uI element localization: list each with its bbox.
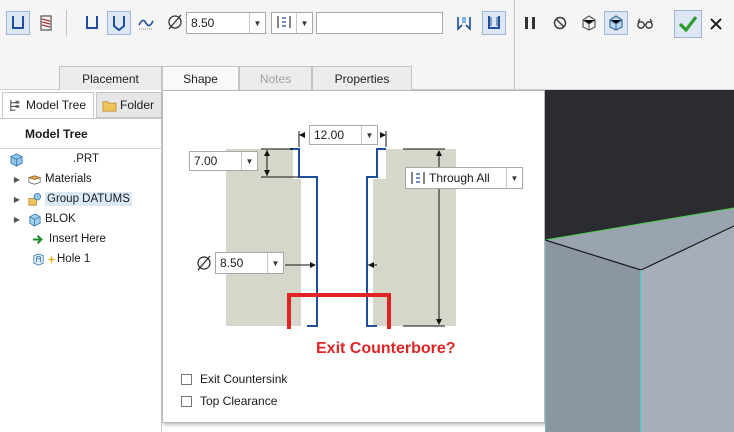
tab-label: Folder: [120, 98, 155, 112]
part-icon: [8, 151, 24, 167]
shape-panel: 12.00 ▼ 7.00 ▼ Through All ▼ 8.50 ▼ Exit…: [162, 90, 545, 423]
tab-model-tree[interactable]: Model Tree: [2, 92, 94, 118]
model-tree-panel: Model Tree Folder Model Tree .PRT ▶ Mate…: [0, 90, 162, 432]
chevron-down-icon[interactable]: ▼: [249, 13, 265, 33]
tree-item-materials[interactable]: ▶ Materials: [12, 169, 92, 189]
exit-counterbore-annotation: Exit Counterbore?: [316, 340, 456, 357]
hole-diameter-input[interactable]: 8.50 ▼: [215, 252, 284, 274]
confirm-check-button[interactable]: [674, 10, 702, 38]
verify-preview-button[interactable]: [604, 11, 628, 35]
pause-button[interactable]: [518, 11, 542, 35]
exit-countersink-label: Exit Countersink: [200, 372, 288, 386]
toolbar-separator: [514, 0, 515, 90]
thread-cosmetic-button[interactable]: [482, 11, 506, 35]
depth-option-label: Through All: [429, 171, 490, 185]
tree-item-label: BLOK: [45, 213, 76, 225]
preview-mesh-button[interactable]: [577, 11, 601, 35]
group-icon: [26, 191, 42, 207]
exit-countersink-checkbox[interactable]: [181, 373, 192, 385]
counterbore-depth-input[interactable]: 7.00 ▼: [189, 151, 258, 171]
tree-item-group-datums[interactable]: ▶ Group DATUMS: [12, 189, 132, 209]
glasses-icon[interactable]: [633, 11, 657, 35]
standard-hole-button[interactable]: [34, 11, 58, 35]
simple-profile-button[interactable]: [80, 11, 104, 35]
tree-item-hole-1[interactable]: Hole 1: [26, 249, 90, 269]
counterbore-depth-value: 7.00: [194, 154, 218, 168]
tab-label: Placement: [82, 71, 139, 86]
tab-label: Model Tree: [26, 98, 87, 112]
expand-arrow-icon[interactable]: ▶: [12, 215, 22, 224]
graphics-viewport[interactable]: [545, 90, 734, 432]
diameter-value: 8.50: [191, 16, 215, 30]
extrude-icon: [26, 211, 42, 227]
tree-item-insert-here[interactable]: Insert Here: [26, 229, 106, 249]
tree-item-label: Group DATUMS: [45, 192, 132, 206]
depth-option-dropdown[interactable]: Through All ▼: [405, 167, 523, 189]
depth-option-field: Through All: [406, 171, 506, 185]
tab-folder-browser[interactable]: Folder: [96, 92, 162, 118]
tree-item-part[interactable]: .PRT: [8, 149, 99, 169]
no-preview-button[interactable]: [548, 11, 572, 35]
hole-diameter-value: 8.50: [220, 256, 244, 270]
flip-direction-button[interactable]: [452, 11, 476, 35]
tab-placement[interactable]: Placement: [59, 66, 162, 90]
diameter-icon: [195, 253, 213, 273]
tab-label: Notes: [259, 71, 292, 86]
tree-item-blok[interactable]: ▶ BLOK: [12, 209, 76, 229]
model-view: [545, 90, 734, 432]
counterbore-cut: [293, 149, 386, 179]
top-clearance-label: Top Clearance: [200, 394, 278, 408]
model-tree-icon: [7, 97, 23, 113]
chevron-down-icon[interactable]: ▼: [241, 152, 257, 170]
tab-shape[interactable]: Shape: [162, 66, 239, 91]
tree-item-label: Materials: [45, 173, 92, 185]
depth-reference-input[interactable]: [316, 12, 443, 34]
diameter-input[interactable]: 8.50 ▼: [186, 12, 266, 34]
hole-cut: [301, 177, 367, 326]
expand-arrow-icon[interactable]: ▶: [12, 195, 22, 204]
hole-icon: [30, 251, 46, 267]
toolbar-separator: [66, 10, 67, 36]
counterbore-diameter-value: 12.00: [314, 128, 345, 142]
tab-properties[interactable]: Properties: [312, 66, 412, 90]
cancel-close-button[interactable]: [704, 12, 728, 36]
tab-label: Properties: [334, 71, 390, 86]
chevron-down-icon[interactable]: ▼: [296, 13, 312, 33]
ribbon-toolbar: 8.50 ▼ ▼ Placement Shape Notes Propertie…: [0, 0, 734, 91]
chevron-down-icon[interactable]: ▼: [267, 253, 283, 273]
tree-item-label: Hole 1: [57, 253, 91, 265]
standard-profile-button[interactable]: [107, 11, 131, 35]
chevron-down-icon[interactable]: ▼: [361, 126, 377, 144]
depth-type-dropdown[interactable]: ▼: [271, 12, 313, 34]
folder-icon: [101, 97, 117, 113]
counterbore-diameter-input[interactable]: 12.00 ▼: [309, 125, 378, 145]
model-tree-header: Model Tree: [25, 127, 88, 141]
depth-blind-icon: [272, 14, 296, 33]
divider: [0, 118, 161, 119]
sketch-profile-button[interactable]: [134, 11, 158, 35]
hole-type-straight-button[interactable]: [6, 11, 30, 35]
chevron-down-icon[interactable]: ▼: [506, 168, 522, 188]
tab-notes[interactable]: Notes: [239, 66, 312, 90]
sparkle-icon: [46, 251, 56, 267]
top-clearance-option[interactable]: Top Clearance: [181, 394, 277, 408]
top-clearance-checkbox[interactable]: [181, 395, 192, 407]
expand-arrow-icon[interactable]: ▶: [12, 175, 22, 184]
through-all-icon: [411, 172, 425, 184]
tree-item-label: Insert Here: [49, 233, 106, 245]
materials-icon: [26, 171, 42, 187]
insert-arrow-icon: [30, 231, 46, 247]
tree-item-label: .PRT: [73, 153, 99, 165]
diameter-icon: [166, 12, 184, 32]
tab-label: Shape: [183, 72, 218, 86]
exit-countersink-option[interactable]: Exit Countersink: [181, 372, 287, 386]
